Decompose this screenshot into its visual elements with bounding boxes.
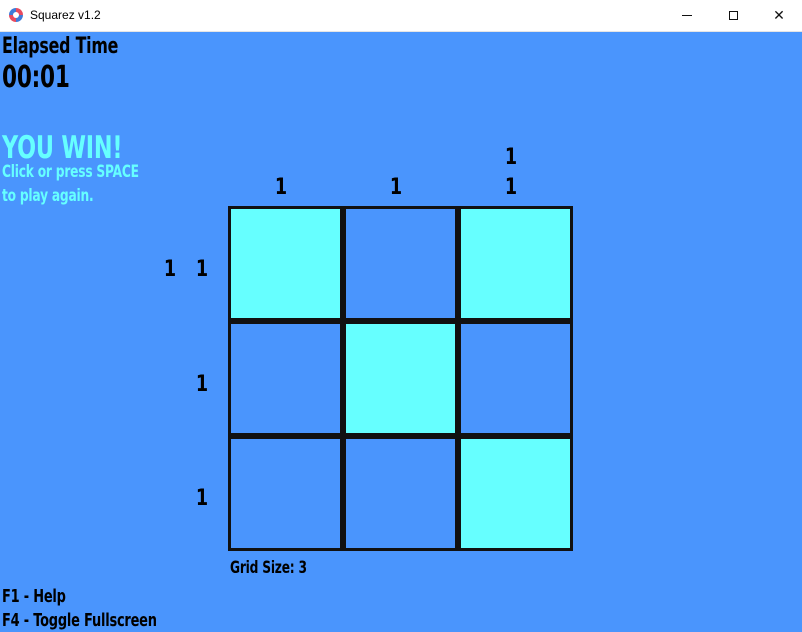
close-button[interactable]: ✕ <box>756 0 802 31</box>
game-canvas[interactable]: Elapsed Time 00:01 YOU WIN! Click or pre… <box>0 32 802 632</box>
column-clue: 1 <box>504 145 518 170</box>
maximize-button[interactable] <box>710 0 756 31</box>
maximize-icon <box>728 11 738 20</box>
grid-size-label: Grid Size: 3 <box>230 558 307 578</box>
grid-cell-empty[interactable] <box>458 321 573 436</box>
column-clue: 1 <box>389 175 403 200</box>
grid-cell-filled[interactable] <box>228 206 343 321</box>
column-clue: 1 <box>274 175 288 200</box>
grid-cell-empty[interactable] <box>343 436 458 551</box>
row-clue: 1 <box>163 257 177 282</box>
row-clue: 1 <box>195 372 209 397</box>
window-title: Squarez v1.2 <box>30 8 101 22</box>
puzzle-grid <box>228 206 573 551</box>
fullscreen-hint: F4 - Toggle Fullscreen <box>2 610 157 631</box>
elapsed-time-label: Elapsed Time <box>2 34 119 59</box>
minimize-button[interactable] <box>664 0 710 31</box>
column-clue: 1 <box>504 175 518 200</box>
row-clue: 1 <box>195 486 209 511</box>
minimize-icon <box>682 15 692 16</box>
row-clue: 1 <box>195 257 209 282</box>
grid-cell-empty[interactable] <box>228 321 343 436</box>
play-again-line-1: Click or press SPACE <box>2 162 139 182</box>
win-message: YOU WIN! <box>2 130 123 166</box>
title-bar: Squarez v1.2 ✕ <box>0 0 802 32</box>
close-icon: ✕ <box>773 7 785 24</box>
grid-cell-filled[interactable] <box>343 321 458 436</box>
grid-cell-empty[interactable] <box>228 436 343 551</box>
elapsed-time-value: 00:01 <box>2 60 70 95</box>
help-hint: F1 - Help <box>2 586 66 607</box>
grid-cell-filled[interactable] <box>458 206 573 321</box>
grid-cell-empty[interactable] <box>343 206 458 321</box>
grid-cell-filled[interactable] <box>458 436 573 551</box>
app-icon <box>9 8 23 22</box>
play-again-line-2: to play again. <box>2 186 94 206</box>
